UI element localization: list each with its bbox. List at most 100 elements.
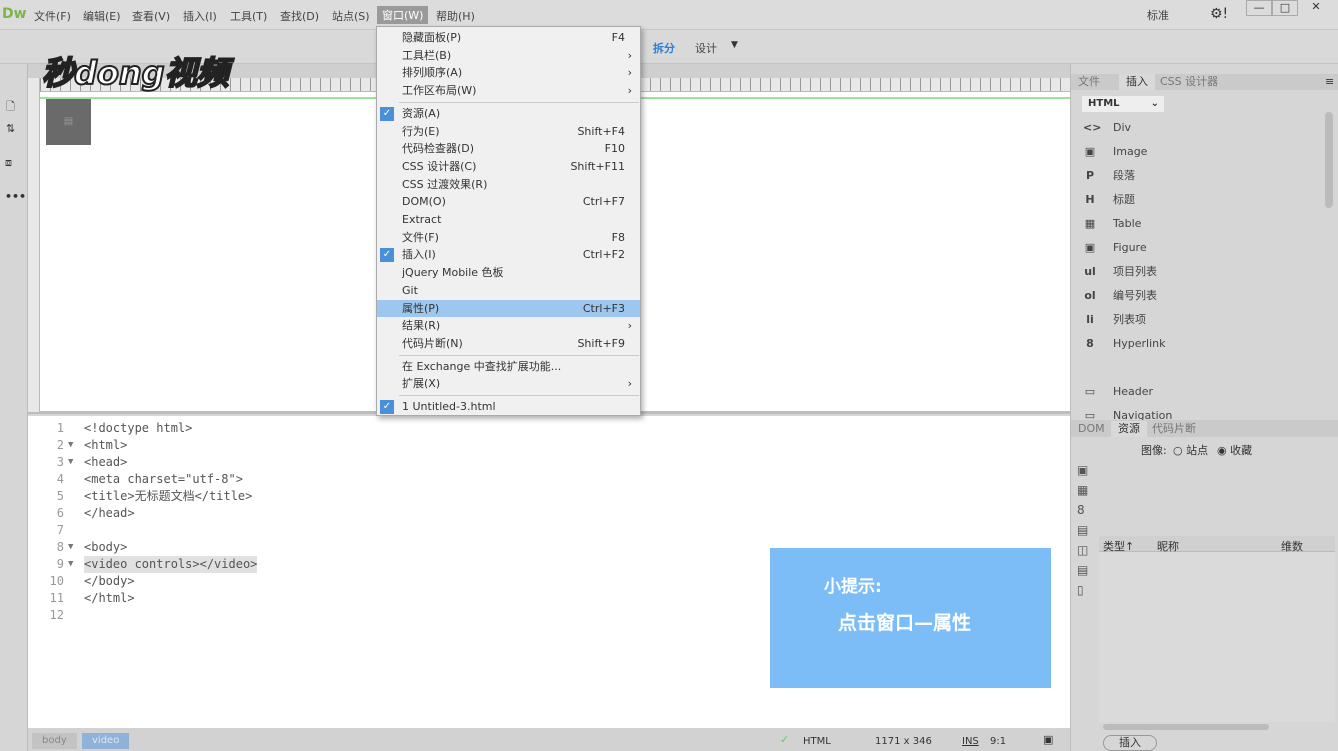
workspace-switcher[interactable]: 标准 [1147, 7, 1169, 23]
menu-item[interactable]: 代码检查器(D) F10 [377, 140, 640, 158]
menu-8[interactable]: 帮助(H) [436, 8, 475, 24]
code-icon[interactable]: ⧈ [5, 156, 12, 170]
menu-item-label: jQuery Mobile 色板 [402, 266, 504, 280]
menu-item-label: 扩展(X) [402, 377, 441, 391]
menu-item[interactable]: ✓ 插入(I) Ctrl+F2 [377, 246, 640, 264]
tab-css-designer[interactable]: CSS 设计器 [1153, 74, 1225, 90]
menu-item[interactable]: jQuery Mobile 色板 [377, 264, 640, 282]
menu-item[interactable]: 代码片断(N) Shift+F9 [377, 335, 640, 353]
file-icon[interactable]: 🗋 [6, 98, 15, 117]
preview-icon[interactable]: ▣ [1043, 733, 1053, 746]
tab-dom[interactable]: DOM [1071, 421, 1112, 437]
maximize-button[interactable]: □ [1272, 0, 1298, 16]
menu-item[interactable]: 属性(P) Ctrl+F3 [377, 299, 640, 318]
fold-toggle-icon[interactable]: ▼ [68, 454, 73, 471]
code-line[interactable]: 9 ▼ <video controls></video> [28, 556, 628, 573]
asset-list[interactable] [1099, 552, 1335, 722]
fold-toggle-icon[interactable]: ▼ [68, 437, 73, 454]
asset-category-icons[interactable]: ▣ ▦ 8 ▤ ◫ ▤ ▯ [1077, 460, 1088, 600]
radio-favorites[interactable]: ◉ 收藏 [1217, 442, 1252, 458]
menu-item[interactable]: 扩展(X) › [377, 375, 640, 393]
insert-item[interactable]: P 段落 [1083, 166, 1323, 186]
tab-assets[interactable]: 资源 [1111, 421, 1147, 437]
insert-item[interactable]: ▦ Table [1083, 214, 1323, 234]
insert-item[interactable]: H 标题 [1083, 190, 1323, 210]
category-select[interactable]: HTML ⌄ [1082, 96, 1164, 112]
menu-4[interactable]: 工具(T) [230, 8, 267, 24]
menu-5[interactable]: 查找(D) [280, 8, 319, 24]
code-line[interactable]: 8 ▼ <body> [28, 539, 628, 556]
fold-toggle-icon[interactable]: ▼ [68, 556, 73, 573]
insert-item[interactable]: li 列表项 [1083, 310, 1323, 330]
radio-site[interactable]: ○ 站点 [1173, 442, 1208, 458]
insert-item-icon: H [1085, 193, 1095, 206]
panel-menu-icon[interactable]: ≡ [1325, 75, 1334, 88]
gear-icon[interactable]: ⚙! [1210, 6, 1228, 22]
menu-item-label: 资源(A) [402, 106, 441, 120]
menu-item[interactable]: 排列顺序(A) › [377, 64, 640, 82]
menu-6[interactable]: 站点(S) [332, 8, 370, 24]
insert-item[interactable]: ul 项目列表 [1083, 262, 1323, 282]
menu-item[interactable]: ✓ 1 Untitled-3.html [377, 398, 640, 416]
code-line[interactable]: 2 ▼ <html> [28, 437, 628, 454]
scrollbar[interactable] [1325, 112, 1333, 208]
doctype-select[interactable]: HTML [803, 736, 831, 747]
menu-item[interactable]: 工具栏(B) › [377, 47, 640, 65]
insert-asset-button[interactable]: 插入 [1103, 735, 1157, 751]
code-line[interactable]: 7 [28, 522, 628, 539]
tab-snippets[interactable]: 代码片断 [1145, 421, 1203, 437]
menu-item[interactable]: CSS 设计器(C) Shift+F11 [377, 158, 640, 176]
menu-item[interactable]: 结果(R) › [377, 317, 640, 335]
sort-icon[interactable]: ⇅ [6, 122, 15, 135]
more-icon[interactable]: ••• [5, 190, 26, 203]
code-line[interactable]: 10 </body> [28, 573, 628, 590]
menu-7[interactable]: 窗口(W) [377, 6, 429, 24]
menu-item[interactable]: 隐藏面板(P) F4 [377, 29, 640, 47]
menu-item[interactable]: Git [377, 282, 640, 300]
minimize-button[interactable]: — [1246, 0, 1272, 16]
insert-item[interactable]: ▣ Image [1083, 142, 1323, 162]
menu-item[interactable]: ✓ 资源(A) [377, 105, 640, 123]
menu-1[interactable]: 编辑(E) [83, 8, 121, 24]
menu-0[interactable]: 文件(F) [34, 8, 71, 24]
insert-item[interactable]: ▣ Figure [1083, 238, 1323, 258]
menu-3[interactable]: 插入(I) [183, 8, 217, 24]
insert-item-icon: ▭ [1084, 385, 1096, 398]
menu-item-label: Git [402, 283, 418, 297]
insert-item[interactable]: 8 Hyperlink [1083, 334, 1323, 354]
scrollbar-horizontal[interactable] [1103, 724, 1269, 730]
line-number: 11 [49, 591, 64, 605]
menu-item[interactable]: 在 Exchange 中查找扩展功能... [377, 358, 640, 376]
menu-2[interactable]: 查看(V) [132, 8, 170, 24]
design-view-button[interactable]: 设计 [695, 40, 717, 56]
code-line[interactable]: 5 <title>无标题文档</title> [28, 488, 628, 505]
chevron-down-icon[interactable]: ▼ [731, 40, 738, 50]
code-line[interactable]: 3 ▼ <head> [28, 454, 628, 471]
tab-insert[interactable]: 插入 [1119, 74, 1155, 90]
insert-item[interactable]: <> Div [1083, 118, 1323, 138]
split-view-button[interactable]: 拆分 [653, 40, 675, 56]
insert-item[interactable]: ol 编号列表 [1083, 286, 1323, 306]
menu-item[interactable]: 行为(E) Shift+F4 [377, 123, 640, 141]
video-placeholder[interactable]: ▤ [46, 99, 91, 145]
window-size-select[interactable]: 1171 x 346 [875, 736, 932, 747]
menu-item[interactable]: DOM(O) Ctrl+F7 [377, 193, 640, 211]
fold-toggle-icon[interactable]: ▼ [68, 539, 73, 556]
breadcrumb-video[interactable]: video [82, 733, 130, 749]
code-line[interactable]: 11 </html> [28, 590, 628, 607]
insert-mode[interactable]: INS [962, 736, 979, 747]
code-line[interactable]: 6 </head> [28, 505, 628, 522]
breadcrumb-body[interactable]: body [32, 733, 77, 749]
code-line[interactable]: 12 [28, 607, 628, 624]
menu-item[interactable]: CSS 过渡效果(R) [377, 176, 640, 194]
code-line[interactable]: 4 <meta charset="utf-8"> [28, 471, 628, 488]
menu-item[interactable]: Extract [377, 211, 640, 229]
menu-item-label: DOM(O) [402, 195, 446, 209]
insert-item[interactable]: ▭ Header [1083, 382, 1323, 402]
menu-item[interactable]: 工作区布局(W) › [377, 82, 640, 100]
insert-item-label: 标题 [1113, 193, 1135, 206]
tab-files[interactable]: 文件 [1071, 74, 1107, 90]
code-line[interactable]: 1 <!doctype html> [28, 420, 628, 437]
close-button[interactable]: ✕ [1298, 0, 1334, 16]
menu-item[interactable]: 文件(F) F8 [377, 229, 640, 247]
